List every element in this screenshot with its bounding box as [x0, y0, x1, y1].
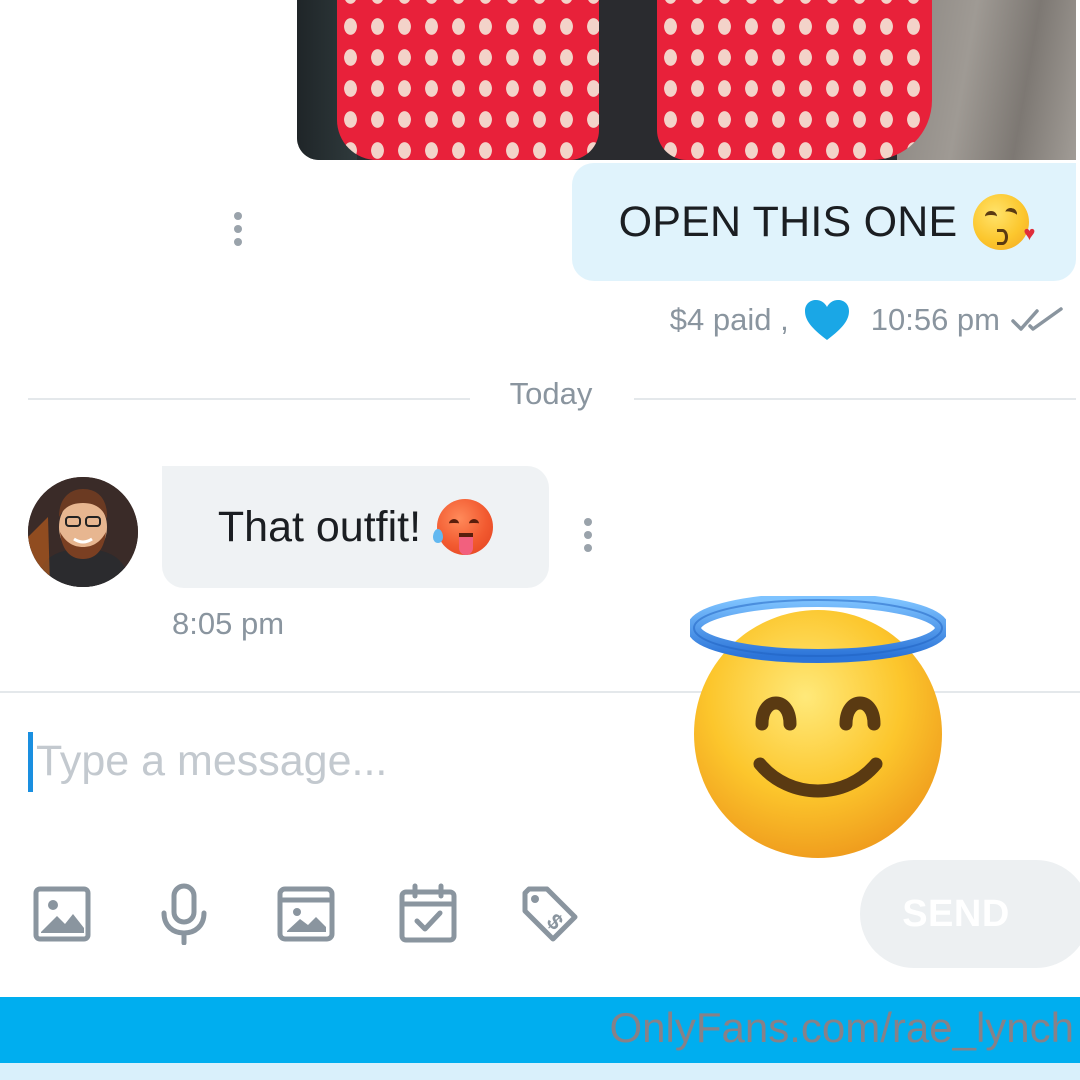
microphone-icon[interactable]	[152, 880, 216, 948]
media-vault-icon[interactable]	[274, 880, 338, 948]
send-button[interactable]: SEND	[860, 860, 1080, 968]
price-tag-icon[interactable]: $	[518, 880, 582, 948]
text-caret	[28, 732, 33, 792]
watermark-text: OnlyFans.com/rae_lynch	[609, 1004, 1074, 1051]
face-blowing-a-kiss-icon: ♥	[973, 194, 1035, 250]
hot-face-icon	[433, 499, 494, 555]
chat-screen: OPEN THIS ONE ♥ $4 paid , 10:56 pm Today	[0, 0, 1080, 1080]
price-label: $4 paid ,	[669, 302, 789, 337]
divider-line-left	[28, 398, 470, 400]
message-meta: $4 paid , 10:56 pm	[670, 290, 1066, 350]
incoming-message-options-button[interactable]	[584, 518, 592, 557]
smiling-face-with-halo-icon	[690, 596, 946, 858]
image-icon[interactable]	[30, 880, 94, 948]
incoming-message-bubble[interactable]: That outfit!	[162, 466, 549, 588]
photo-stocking-left	[337, 0, 599, 160]
schedule-icon[interactable]	[396, 880, 460, 948]
photo-stocking-right	[657, 0, 932, 160]
heart-icon[interactable]	[803, 298, 851, 342]
message-time: 10:56 pm	[870, 302, 1000, 337]
double-check-icon	[1011, 307, 1063, 331]
message-input[interactable]	[26, 724, 676, 798]
photo-message[interactable]	[297, 0, 1076, 160]
avatar[interactable]	[28, 477, 138, 587]
message-options-button[interactable]	[234, 212, 242, 251]
divider-line-right	[634, 398, 1076, 400]
outgoing-message-text: OPEN THIS ONE	[618, 197, 958, 246]
date-divider-label: Today	[509, 376, 593, 411]
brand-strip	[0, 1063, 1080, 1080]
outgoing-message-bubble[interactable]: OPEN THIS ONE ♥	[572, 163, 1076, 281]
incoming-message-text: That outfit!	[217, 502, 422, 551]
incoming-message-time: 8:05 pm	[172, 606, 285, 641]
